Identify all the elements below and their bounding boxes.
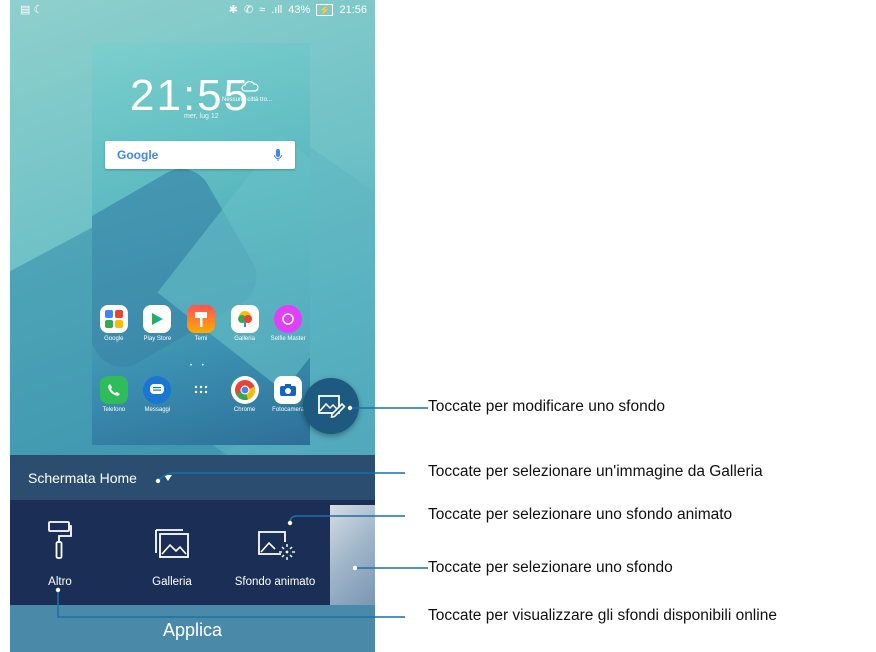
callout-select-gallery: Toccate per selezionare un'immagine da G… — [428, 463, 763, 480]
callout-edit-wallpaper: Toccate per modificare uno sfondo — [428, 398, 665, 415]
callout-view-online: Toccate per visualizzare gli sfondi disp… — [428, 607, 777, 624]
callout-select-wallpaper: Toccate per selezionare uno sfondo — [428, 559, 673, 576]
callout-select-live: Toccate per selezionare uno sfondo anima… — [428, 506, 733, 523]
callout-lines — [55, 405, 428, 618]
